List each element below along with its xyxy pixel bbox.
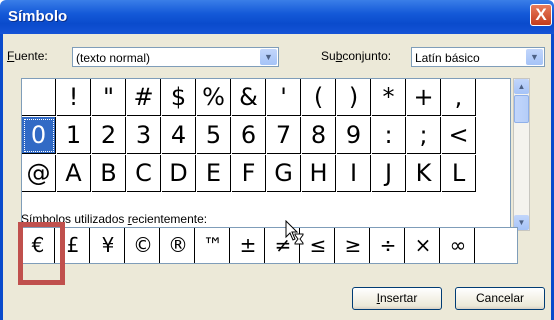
symbol-cell[interactable]: B (92, 155, 126, 192)
symbol-grid: ! " # $% & '() * +, 0 1 2 3 4 5 6 7 8 9:; < @ A B C D E F G H I J K L (21, 78, 511, 231)
symbol-cell[interactable]: ) (337, 79, 371, 116)
symbol-cell[interactable]: F (232, 155, 266, 192)
cancel-button[interactable]: Cancelar (455, 287, 545, 310)
symbol-cell[interactable]: $ (162, 79, 196, 116)
symbol-cell[interactable]: 5 (197, 117, 231, 154)
subset-select[interactable]: Latín básico ▼ (411, 47, 545, 67)
symbol-cell[interactable]: 4 (162, 117, 196, 154)
busy-cursor-icon (285, 220, 304, 245)
symbol-cell[interactable]: # (127, 79, 161, 116)
window-title: Símbolo (8, 8, 68, 25)
insert-button-label: nsertar (379, 291, 418, 305)
symbol-cell[interactable]: * (372, 79, 406, 116)
chevron-down-icon[interactable]: ▼ (260, 49, 277, 65)
recent-symbol-cell[interactable]: ¥ (92, 228, 125, 263)
recent-symbol-cell[interactable]: ± (232, 228, 265, 263)
insert-button[interactable]: Insertar (352, 287, 442, 310)
recent-symbol-cell[interactable]: ≤ (302, 228, 335, 263)
grid-scrollbar[interactable]: ▲ ▼ (513, 78, 530, 231)
symbol-cell[interactable]: @ (22, 155, 56, 192)
symbol-cell[interactable]: ( (302, 79, 336, 116)
symbol-cell[interactable]: I (337, 155, 371, 192)
symbol-cell[interactable]: % (197, 79, 231, 116)
symbol-cell[interactable]: G (267, 155, 301, 192)
font-label: Fuente: (7, 49, 48, 63)
subset-select-value: Latín básico (415, 51, 480, 65)
font-select-value: (texto normal) (76, 51, 151, 65)
recent-symbol-cell[interactable]: ≥ (337, 228, 370, 263)
symbol-cell[interactable]: 6 (232, 117, 266, 154)
symbol-cell[interactable]: A (57, 155, 91, 192)
recent-symbol-cell[interactable]: ™ (197, 228, 230, 263)
font-select[interactable]: (texto normal) ▼ (72, 47, 279, 67)
symbol-cell[interactable]: E (197, 155, 231, 192)
symbol-cell[interactable]: 7 (267, 117, 301, 154)
recent-symbol-cell[interactable]: ÷ (372, 228, 405, 263)
subset-label-rest: conjunto: (342, 49, 392, 63)
font-label-rest: uente: (14, 49, 48, 63)
recent-symbol-cell[interactable]: × (407, 228, 440, 263)
title-bar: Símbolo X (0, 0, 554, 34)
symbol-cell[interactable]: 3 (127, 117, 161, 154)
dialog-body: Fuente: (texto normal) ▼ Subconjunto: La… (0, 34, 554, 320)
recent-label-rest: ecientemente: (131, 212, 208, 226)
symbol-cell[interactable] (22, 79, 56, 116)
symbol-cell[interactable]: " (92, 79, 126, 116)
euro-highlight-box (18, 222, 65, 285)
symbol-cell[interactable]: + (407, 79, 441, 116)
symbol-cell[interactable]: L (442, 155, 476, 192)
symbol-cell[interactable]: , (442, 79, 476, 116)
recent-symbol-cell[interactable]: © (127, 228, 160, 263)
symbol-cell[interactable]: ' (267, 79, 301, 116)
symbol-cell[interactable]: H (302, 155, 336, 192)
subset-label-pre: Su (321, 49, 336, 63)
symbol-cell[interactable]: ! (57, 79, 91, 116)
symbol-cell[interactable]: 9 (337, 117, 371, 154)
symbol-cell[interactable]: ; (407, 117, 441, 154)
symbol-cell[interactable]: & (232, 79, 266, 116)
recent-symbol-cell[interactable]: ∞ (442, 228, 475, 263)
subset-label: Subconjunto: (321, 49, 391, 63)
symbol-cell[interactable]: K (407, 155, 441, 192)
recent-symbols: € £ ¥ © ® ™ ± ≠ ≤ ≥ ÷ × ∞ (21, 227, 518, 264)
symbol-cell[interactable]: 1 (57, 117, 91, 154)
symbol-cell[interactable]: : (372, 117, 406, 154)
symbol-cell[interactable]: 0 (22, 117, 56, 154)
symbol-cell[interactable]: D (162, 155, 196, 192)
symbol-cell[interactable]: J (372, 155, 406, 192)
chevron-up-icon[interactable]: ▲ (514, 79, 529, 94)
chevron-down-icon[interactable]: ▼ (526, 49, 543, 65)
recent-symbol-cell[interactable]: ® (162, 228, 195, 263)
symbol-cell[interactable]: C (127, 155, 161, 192)
scroll-thumb[interactable] (514, 95, 529, 123)
symbol-cell[interactable]: 8 (302, 117, 336, 154)
close-button[interactable]: X (530, 4, 552, 26)
symbol-cell[interactable]: < (442, 117, 476, 154)
symbol-cell[interactable]: 2 (92, 117, 126, 154)
